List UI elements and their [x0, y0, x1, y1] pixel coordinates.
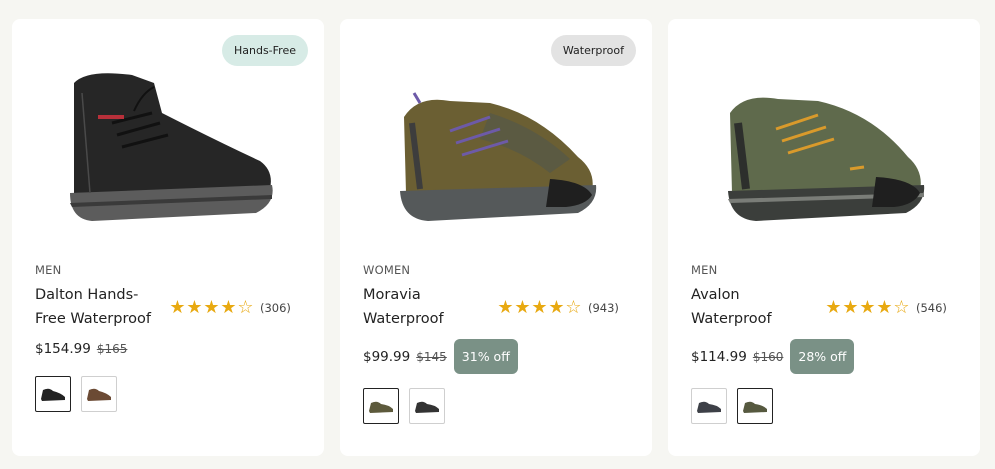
star-empty-icon: ☆ — [565, 297, 582, 318]
color-swatch-brown[interactable] — [81, 376, 117, 412]
shoe-illustration — [400, 92, 597, 221]
star-full-icon: ★ — [186, 297, 203, 318]
sale-price: $99.99 — [363, 348, 411, 365]
product-name[interactable]: Moravia Waterproof — [363, 283, 493, 331]
sale-price: $154.99 — [35, 341, 91, 357]
product-card[interactable]: Hands-Free MEN Dalton Hands-Free Waterpr… — [12, 19, 324, 456]
rating: ★ ★ ★ ★ ☆ (943) — [497, 299, 619, 317]
color-swatches — [363, 388, 445, 424]
star-full-icon: ★ — [514, 297, 531, 318]
original-price: $145 — [416, 349, 447, 364]
review-count[interactable]: (943) — [588, 301, 619, 315]
price-row: $154.99 $165 — [35, 341, 127, 357]
gender-label: MEN — [691, 263, 718, 277]
star-empty-icon: ☆ — [893, 297, 910, 318]
gender-label: WOMEN — [363, 263, 411, 277]
star-rating: ★ ★ ★ ★ ☆ — [497, 299, 582, 317]
star-full-icon: ★ — [169, 297, 186, 318]
star-full-icon: ★ — [203, 297, 220, 318]
review-count[interactable]: (306) — [260, 301, 291, 315]
color-swatches — [691, 388, 773, 424]
star-full-icon: ★ — [876, 297, 893, 318]
color-swatches — [35, 376, 117, 412]
color-swatch-olive[interactable] — [363, 388, 399, 424]
star-full-icon: ★ — [531, 297, 548, 318]
star-full-icon: ★ — [220, 297, 237, 318]
star-empty-icon: ☆ — [237, 297, 254, 318]
star-full-icon: ★ — [825, 297, 842, 318]
color-swatch-black[interactable] — [35, 376, 71, 412]
star-full-icon: ★ — [842, 297, 859, 318]
color-swatch-gray[interactable] — [691, 388, 727, 424]
product-name[interactable]: Avalon Waterproof — [691, 283, 821, 331]
original-price: $160 — [752, 349, 784, 364]
product-image[interactable] — [668, 53, 980, 223]
star-rating: ★ ★ ★ ★ ☆ — [169, 299, 254, 317]
product-card[interactable]: MEN Avalon Waterproof ★ ★ ★ ★ ☆ (546) $1… — [668, 19, 980, 456]
discount-badge: 31% off — [453, 339, 518, 374]
product-name[interactable]: Dalton Hands-Free Waterproof — [35, 283, 165, 331]
star-full-icon: ★ — [548, 297, 565, 318]
star-rating: ★ ★ ★ ★ ☆ — [825, 299, 910, 317]
price-row: $99.99 $145 31% off — [363, 339, 518, 374]
sale-price: $114.99 — [691, 348, 747, 365]
star-full-icon: ★ — [859, 297, 876, 318]
rating: ★ ★ ★ ★ ☆ (306) — [169, 299, 291, 317]
original-price: $165 — [96, 342, 128, 356]
product-card[interactable]: Waterproof WOMEN Moravia Waterproof ★ ★ … — [340, 19, 652, 456]
star-full-icon: ★ — [497, 297, 514, 318]
product-image[interactable] — [12, 53, 324, 223]
boot-illustration — [70, 73, 273, 221]
gender-label: MEN — [35, 263, 62, 277]
rating: ★ ★ ★ ★ ☆ (546) — [825, 299, 947, 317]
product-image[interactable] — [340, 53, 652, 223]
color-swatch-olive[interactable] — [737, 388, 773, 424]
review-count[interactable]: (546) — [916, 301, 947, 315]
shoe-illustration — [728, 97, 925, 221]
discount-badge: 28% off — [790, 339, 855, 374]
price-row: $114.99 $160 28% off — [691, 339, 855, 374]
color-swatch-charcoal[interactable] — [409, 388, 445, 424]
